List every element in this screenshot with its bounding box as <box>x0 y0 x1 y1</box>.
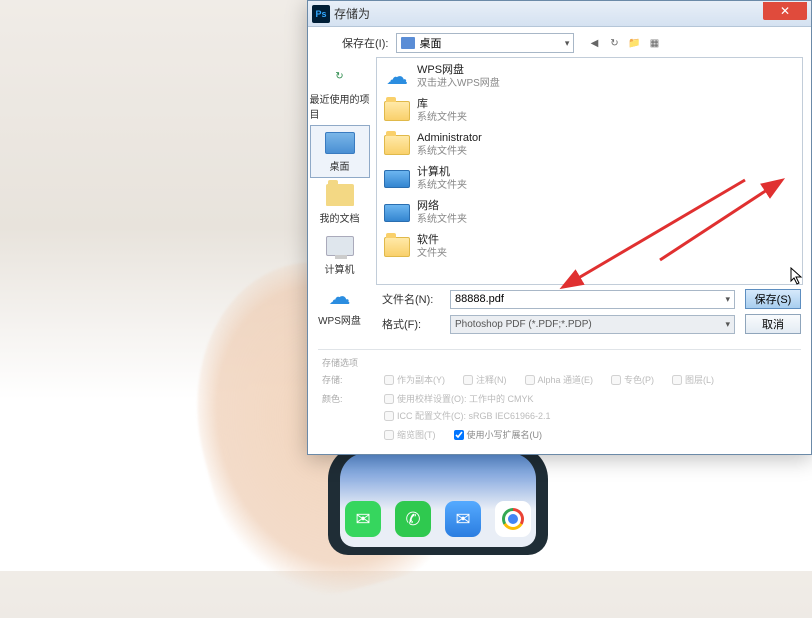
save-button[interactable]: 保存(S) <box>745 289 801 309</box>
look-in-value: 桌面 <box>419 35 441 51</box>
folder-icon <box>383 233 411 261</box>
folder-icon <box>383 131 411 159</box>
sidebar-item-computer[interactable]: 计算机 <box>310 229 370 280</box>
chk-proof[interactable]: 使用校样设置(O): 工作中的 CMYK <box>384 392 551 405</box>
sidebar-item-label: 我的文档 <box>320 210 360 225</box>
monitor-icon <box>383 199 411 227</box>
folder-icon <box>401 37 415 49</box>
list-item[interactable]: ☁ WPS网盘双击进入WPS网盘 <box>381 60 798 94</box>
sidebar-item-documents[interactable]: 我的文档 <box>310 178 370 229</box>
filename-input[interactable]: 88888.pdf <box>450 290 735 309</box>
format-label: 格式(F): <box>382 316 440 332</box>
sidebar-item-label: WPS网盘 <box>318 312 361 327</box>
places-sidebar: ↻ 最近使用的项目 桌面 我的文档 计算机 ☁ WPS网盘 <box>308 57 372 285</box>
chk-layers[interactable]: 图层(L) <box>672 373 714 386</box>
chk-icc[interactable]: ICC 配置文件(C): sRGB IEC61966-2.1 <box>384 409 551 422</box>
phone-mockup: ✉ ✆ ✉ <box>328 445 548 555</box>
cancel-button[interactable]: 取消 <box>745 314 801 334</box>
monitor-icon <box>383 165 411 193</box>
look-in-label: 保存在(I): <box>342 35 388 51</box>
cloud-icon: ☁ <box>325 284 355 310</box>
chk-copy[interactable]: 作为副本(Y) <box>384 373 445 386</box>
options-title: 存储选项 <box>322 356 797 369</box>
phone-app-chrome <box>495 501 531 537</box>
sidebar-item-desktop[interactable]: 桌面 <box>310 125 370 178</box>
chk-spot[interactable]: 专色(P) <box>611 373 654 386</box>
list-item[interactable]: 软件文件夹 <box>381 230 798 264</box>
back-icon[interactable]: ◀ <box>586 35 602 51</box>
phone-app-mail: ✉ <box>445 501 481 537</box>
cloud-icon: ☁ <box>383 63 411 91</box>
cursor-icon <box>790 267 804 285</box>
chk-thumb[interactable]: 缩览图(T) <box>384 428 436 441</box>
list-item[interactable]: Administrator系统文件夹 <box>381 128 798 162</box>
new-folder-icon[interactable]: 📁 <box>626 35 642 51</box>
computer-icon <box>325 233 355 259</box>
list-item[interactable]: 计算机系统文件夹 <box>381 162 798 196</box>
phone-app-phone: ✆ <box>395 501 431 537</box>
format-combo[interactable]: Photoshop PDF (*.PDF;*.PDP) <box>450 315 735 334</box>
phone-app-messages: ✉ <box>345 501 381 537</box>
filename-label: 文件名(N): <box>382 291 440 307</box>
titlebar: Ps 存储为 ✕ <box>308 1 811 27</box>
chk-alpha[interactable]: Alpha 通道(E) <box>525 373 594 386</box>
look-in-combo[interactable]: 桌面 <box>396 33 574 53</box>
sidebar-item-label: 计算机 <box>325 261 355 276</box>
list-item[interactable]: 网络系统文件夹 <box>381 196 798 230</box>
recent-icon: ↻ <box>325 63 355 89</box>
chk-lowercase[interactable]: 使用小写扩展名(U) <box>454 428 543 441</box>
save-as-dialog: Ps 存储为 ✕ 保存在(I): 桌面 ◀ ↻ 📁 ▦ ↻ 最近使用的项目 桌面 <box>307 0 812 455</box>
close-button[interactable]: ✕ <box>763 2 807 20</box>
chk-notes[interactable]: 注释(N) <box>463 373 507 386</box>
list-item[interactable]: 库系统文件夹 <box>381 94 798 128</box>
save-options-panel: 存储选项 存储: 作为副本(Y) 注释(N) Alpha 通道(E) 专色(P)… <box>318 349 801 453</box>
up-icon[interactable]: ↻ <box>606 35 622 51</box>
desktop-icon <box>325 130 355 156</box>
file-list[interactable]: ☁ WPS网盘双击进入WPS网盘 库系统文件夹 Administrator系统文… <box>376 57 803 285</box>
sidebar-item-recent[interactable]: ↻ 最近使用的项目 <box>310 59 370 125</box>
folder-icon <box>383 97 411 125</box>
sidebar-item-label: 最近使用的项目 <box>310 91 370 121</box>
color-options-label: 颜色: <box>322 392 372 405</box>
documents-icon <box>325 182 355 208</box>
sidebar-item-wps[interactable]: ☁ WPS网盘 <box>310 280 370 331</box>
save-options-label: 存储: <box>322 373 372 386</box>
nav-icons: ◀ ↻ 📁 ▦ <box>586 35 662 51</box>
view-icon[interactable]: ▦ <box>646 35 662 51</box>
sidebar-item-label: 桌面 <box>330 158 350 173</box>
photoshop-icon: Ps <box>312 5 330 23</box>
dialog-title: 存储为 <box>334 5 763 22</box>
